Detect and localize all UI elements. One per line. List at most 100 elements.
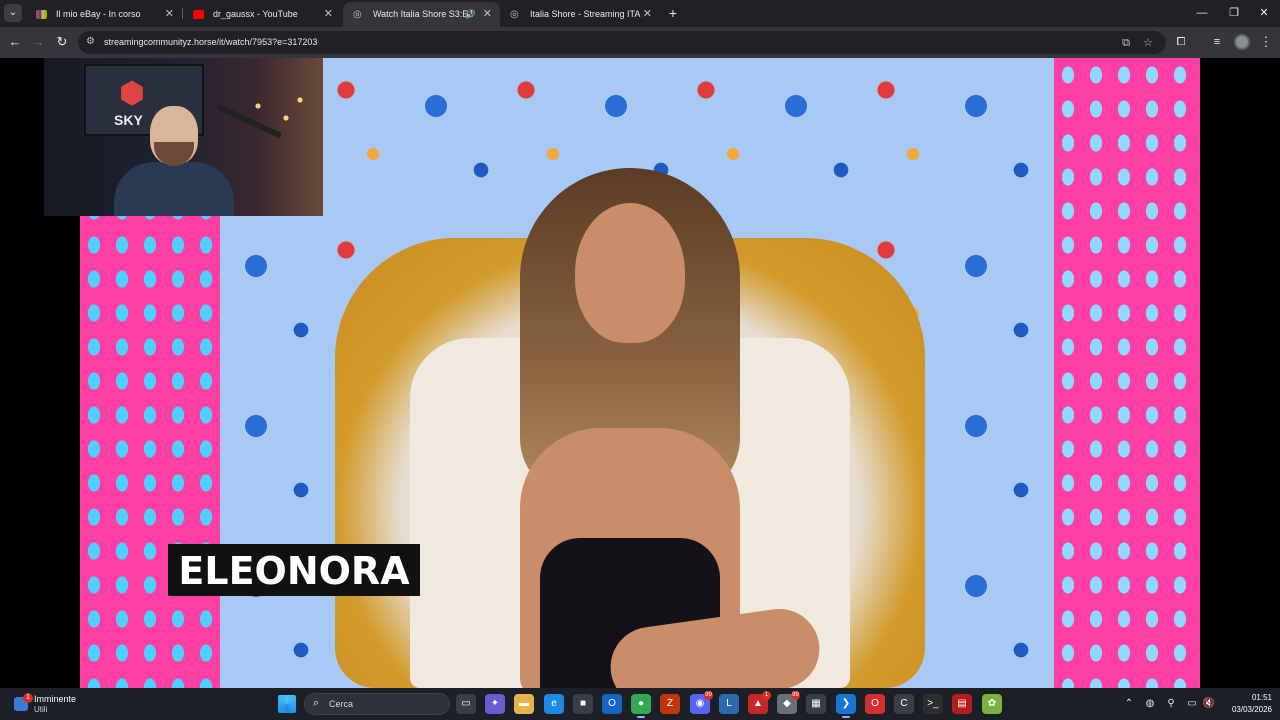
minimize-button[interactable]: — (1186, 0, 1218, 27)
app-red-glyph: ▲ (753, 698, 763, 709)
code-app-icon[interactable]: L (719, 694, 739, 714)
browser-toolbar: ← → ↻ ⚙ streamingcommunityz.horse/it/wat… (0, 27, 1280, 58)
close-window-button[interactable]: ✕ (1248, 0, 1280, 27)
widget-subtitle: Utili (34, 705, 48, 714)
app-c-glyph: C (900, 698, 908, 709)
logo-text: SKY (114, 112, 143, 128)
install-app-icon[interactable]: ⧉ (1118, 35, 1134, 51)
menu-icon[interactable]: ⋮ (1257, 33, 1275, 51)
clock-date: 03/03/2026 (1231, 705, 1272, 714)
globe-icon: ◎ (353, 9, 362, 20)
edge-glyph: e (551, 698, 557, 709)
display-icon[interactable]: ▭ (1185, 697, 1199, 711)
chevron-up-icon[interactable]: ⌃ (1122, 697, 1136, 711)
forward-button[interactable]: → (29, 33, 47, 51)
app-red-icon[interactable]: ▲ 1 (748, 691, 771, 714)
windows-start-icon[interactable] (278, 695, 296, 713)
speaker-icon[interactable]: 🔊 (465, 2, 476, 27)
contestant (480, 168, 825, 688)
copilot-icon[interactable]: ✦ (485, 694, 505, 714)
tab-italia-shore-streaming[interactable]: ◎ Italia Shore - Streaming ITA ✕ (500, 2, 660, 27)
extensions-icon[interactable]: ⧠ (1172, 33, 1190, 51)
weather-widget[interactable]: 1 Imminente Utili (10, 692, 100, 716)
chrome-icon[interactable]: ● (631, 694, 651, 718)
terminal-glyph: >_ (927, 698, 939, 709)
site-info-icon[interactable]: ⚙ (86, 36, 98, 48)
app-c-icon[interactable]: C (894, 694, 914, 714)
close-icon[interactable]: ✕ (643, 2, 652, 27)
close-icon[interactable]: ✕ (165, 2, 174, 27)
pink-panel-right (1054, 58, 1200, 688)
youtube-icon (193, 10, 204, 19)
notification-badge: 99 (704, 691, 713, 700)
microphone-icon[interactable]: ⚲ (1164, 697, 1178, 711)
widget-badge: 1 (23, 693, 33, 703)
system-clock[interactable]: 01:51 03/03/2026 (1222, 692, 1272, 716)
opera-glyph: O (871, 698, 879, 709)
taskbar-search[interactable]: ⌕ Cerca (304, 693, 450, 715)
app-stream-icon[interactable]: ▤ (952, 694, 972, 714)
calculator-glyph: ▦ (811, 698, 821, 709)
back-button[interactable]: ← (6, 33, 24, 51)
filezilla-icon[interactable]: Z (660, 694, 680, 714)
outlook-glyph: O (608, 698, 616, 709)
video-viewport[interactable]: ELEONORA ⬢ SKY (0, 58, 1280, 688)
ebay-icon (36, 10, 47, 19)
discord-icon[interactable]: ◉ 99 (690, 691, 713, 714)
app-gray-glyph: ◆ (783, 698, 791, 709)
vscode-icon[interactable]: ❯ (836, 694, 856, 718)
tab-title: Italia Shore - Streaming ITA (530, 9, 641, 19)
outlook-icon[interactable]: O (602, 694, 622, 714)
app-green-icon[interactable]: ✿ (982, 694, 1002, 714)
tab-strip: ⌄ Il mio eBay - In corso ✕ dr_gaussx - Y… (0, 0, 1280, 27)
task-view-glyph: ▭ (461, 698, 471, 709)
terminal-icon[interactable]: >_ (923, 694, 943, 714)
search-icon: ⌕ (313, 697, 320, 709)
name-caption: ELEONORA (168, 544, 420, 596)
bookmark-star-icon[interactable]: ☆ (1140, 35, 1156, 51)
tab-watch-italia-shore[interactable]: ◎ Watch Italia Shore S3:E4 🔊 ✕ (343, 2, 500, 27)
reload-button[interactable]: ↻ (53, 33, 71, 51)
webcam-overlay: ⬢ SKY (44, 58, 323, 216)
string-lights (244, 88, 314, 148)
notification-badge: 99 (791, 691, 800, 700)
close-icon[interactable]: ✕ (324, 2, 333, 27)
calculator-icon[interactable]: ▦ (806, 694, 826, 714)
edge-icon[interactable]: e (544, 694, 564, 714)
notification-badge: 1 (762, 691, 771, 700)
opera-icon[interactable]: O (865, 694, 885, 714)
discord-glyph: ◉ (695, 698, 705, 709)
copilot-glyph: ✦ (490, 698, 500, 709)
app-gray-icon[interactable]: ◆ 99 (777, 691, 800, 714)
network-icon[interactable]: ◍ (1143, 697, 1157, 711)
logo-icon: ⬢ (118, 77, 146, 110)
clock-time: 01:51 (1251, 693, 1272, 702)
restore-button[interactable]: ❐ (1218, 0, 1250, 27)
file-explorer-icon[interactable]: ▬ (514, 694, 534, 714)
tab-search-button[interactable]: ⌄ (4, 4, 22, 22)
tab-youtube[interactable]: dr_gaussx - YouTube ✕ (183, 2, 341, 27)
taskbar: 1 Imminente Utili ⌕ Cerca ▭ ✦ ▬ e ■ O ● Z ◉ 99 L ▲ 1… (0, 688, 1280, 720)
streamer-body (114, 162, 234, 216)
media-control-icon[interactable]: ≡ (1208, 33, 1226, 51)
globe-icon: ◎ (510, 9, 519, 20)
new-tab-button[interactable]: + (664, 4, 682, 22)
contestant-face (575, 203, 685, 343)
vscode-glyph: ❯ (841, 698, 851, 709)
app-green-glyph: ✿ (987, 698, 997, 709)
store-icon[interactable]: ■ (573, 694, 593, 714)
url-text[interactable]: streamingcommunityz.horse/it/watch/7953?… (104, 31, 317, 54)
code-app-glyph: L (726, 698, 732, 709)
filezilla-glyph: Z (666, 698, 674, 709)
volume-muted-icon[interactable]: 🔇 (1202, 697, 1216, 711)
tab-title: Il mio eBay - In corso (56, 9, 141, 19)
address-bar[interactable]: ⚙ streamingcommunityz.horse/it/watch/795… (78, 31, 1166, 54)
search-placeholder: Cerca (329, 699, 354, 709)
file-explorer-glyph: ▬ (519, 698, 529, 709)
close-icon[interactable]: ✕ (483, 2, 492, 27)
tab-ebay[interactable]: Il mio eBay - In corso ✕ (26, 2, 182, 27)
task-view-icon[interactable]: ▭ (456, 694, 476, 714)
tab-title: dr_gaussx - YouTube (213, 9, 298, 19)
widget-title: Imminente (34, 694, 77, 704)
profile-avatar[interactable] (1234, 34, 1250, 50)
